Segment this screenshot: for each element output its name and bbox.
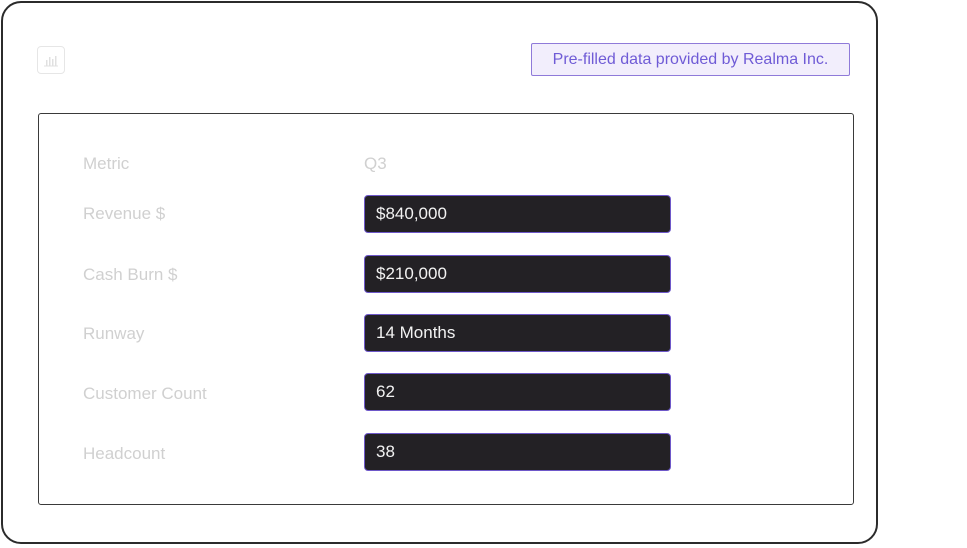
row-label-cash-burn: Cash Burn $	[83, 265, 178, 284]
prefill-notice-badge: Pre-filled data provided by Realma Inc.	[531, 43, 850, 76]
row-label-headcount: Headcount	[83, 444, 166, 463]
row-label-runway: Runway	[83, 324, 145, 343]
q3-column-header: Q3	[364, 154, 387, 173]
row-label-customer-count: Customer Count	[83, 384, 207, 403]
bar-chart-icon[interactable]	[37, 46, 65, 74]
headcount-value-field[interactable]: 38	[364, 433, 671, 471]
metrics-table: Metric Q3 Revenue $ $840,000 Cash Burn $…	[38, 113, 854, 505]
metric-column-header: Metric	[83, 154, 130, 173]
cash-burn-value-field[interactable]: $210,000	[364, 255, 671, 293]
revenue-value-field[interactable]: $840,000	[364, 195, 671, 233]
customer-count-value-field[interactable]: 62	[364, 373, 671, 411]
report-card: Pre-filled data provided by Realma Inc. …	[1, 1, 878, 544]
row-label-revenue: Revenue $	[83, 204, 166, 223]
runway-value-field[interactable]: 14 Months	[364, 314, 671, 352]
bar-chart-icon-glyph	[44, 56, 58, 67]
